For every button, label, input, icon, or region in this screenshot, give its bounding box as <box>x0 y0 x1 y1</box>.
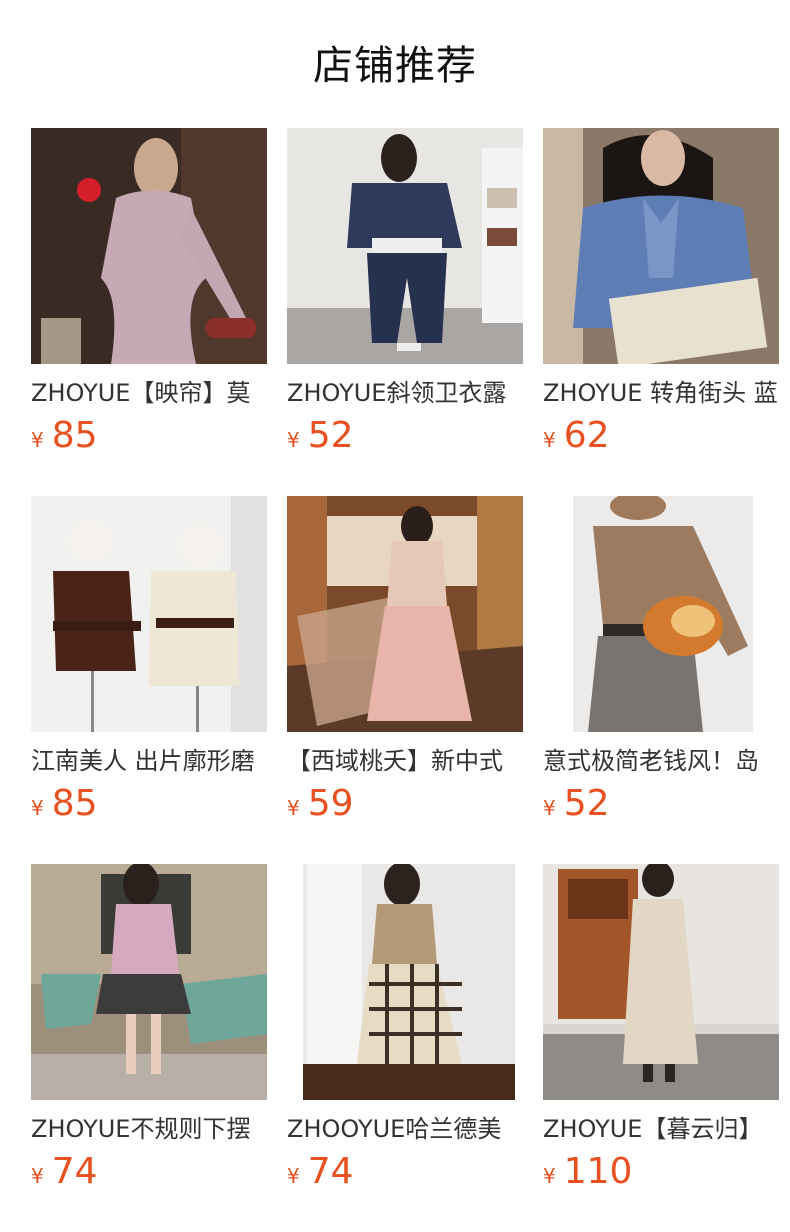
product-image[interactable] <box>543 128 779 364</box>
product-card[interactable]: ZHOYUE【暮云归】 ¥ 110 <box>543 864 779 1194</box>
product-image[interactable] <box>287 496 523 732</box>
product-card[interactable]: 意式极简老钱风！岛 ¥ 52 <box>543 496 779 826</box>
product-title[interactable]: ZHOYUE不规则下摆 <box>31 1112 267 1146</box>
product-price: ¥ 110 <box>543 1150 632 1194</box>
product-card[interactable]: ZHOYUE斜领卫衣露 ¥ 52 <box>287 128 523 458</box>
price-value: 52 <box>563 783 610 824</box>
product-card[interactable]: 江南美人 出片廓形磨 ¥ 85 <box>31 496 267 826</box>
product-card[interactable]: 【西域桃夭】新中式 ¥ 59 <box>287 496 523 826</box>
product-image[interactable] <box>287 128 523 364</box>
product-title[interactable]: 【西域桃夭】新中式 <box>287 744 523 778</box>
header: 店铺推荐 <box>0 0 790 128</box>
product-price: ¥ 62 <box>543 414 610 458</box>
product-image[interactable] <box>31 864 267 1100</box>
product-title[interactable]: 意式极简老钱风！岛 <box>543 744 779 778</box>
price-value: 85 <box>51 415 98 456</box>
product-card[interactable]: ZHOYUE不规则下摆 ¥ 74 <box>31 864 267 1194</box>
product-title[interactable]: ZHOOYUE哈兰德美 <box>287 1112 523 1146</box>
currency-symbol: ¥ <box>543 1164 556 1188</box>
product-card[interactable]: ZHOYUE【映帘】莫 ¥ 85 <box>31 128 267 458</box>
product-card[interactable]: ZHOOYUE哈兰德美 ¥ 74 <box>287 864 523 1194</box>
currency-symbol: ¥ <box>543 796 556 820</box>
product-title[interactable]: ZHOYUE【暮云归】 <box>543 1112 779 1146</box>
product-title[interactable]: 江南美人 出片廓形磨 <box>31 744 267 778</box>
currency-symbol: ¥ <box>287 428 300 452</box>
product-title[interactable]: ZHOYUE斜领卫衣露 <box>287 376 523 410</box>
product-image[interactable] <box>543 496 779 732</box>
product-image[interactable] <box>31 128 267 364</box>
price-value: 62 <box>563 415 610 456</box>
product-price: ¥ 85 <box>31 414 98 458</box>
product-price: ¥ 74 <box>31 1150 98 1194</box>
product-title[interactable]: ZHOYUE 转角街头 蓝 <box>543 376 779 410</box>
currency-symbol: ¥ <box>31 428 44 452</box>
product-price: ¥ 85 <box>31 782 98 826</box>
price-value: 74 <box>51 1151 98 1192</box>
currency-symbol: ¥ <box>31 796 44 820</box>
currency-symbol: ¥ <box>31 1164 44 1188</box>
page-title: 店铺推荐 <box>313 43 477 89</box>
product-image[interactable] <box>31 496 267 732</box>
product-price: ¥ 59 <box>287 782 354 826</box>
currency-symbol: ¥ <box>287 796 300 820</box>
product-price: ¥ 74 <box>287 1150 354 1194</box>
currency-symbol: ¥ <box>543 428 556 452</box>
price-value: 52 <box>307 415 354 456</box>
product-price: ¥ 52 <box>287 414 354 458</box>
price-value: 85 <box>51 783 98 824</box>
product-image[interactable] <box>287 864 523 1100</box>
product-image[interactable] <box>543 864 779 1100</box>
currency-symbol: ¥ <box>287 1164 300 1188</box>
price-value: 59 <box>307 783 354 824</box>
store-recommendations-page: 店铺推荐 ZHOYUE【映帘】莫 ¥ 85 ZHOYUE斜领卫衣露 ¥ 52 Z… <box>0 0 790 1232</box>
product-card[interactable]: ZHOYUE 转角街头 蓝 ¥ 62 <box>543 128 779 458</box>
product-price: ¥ 52 <box>543 782 610 826</box>
price-value: 110 <box>563 1151 633 1192</box>
price-value: 74 <box>307 1151 354 1192</box>
product-title[interactable]: ZHOYUE【映帘】莫 <box>31 376 267 410</box>
